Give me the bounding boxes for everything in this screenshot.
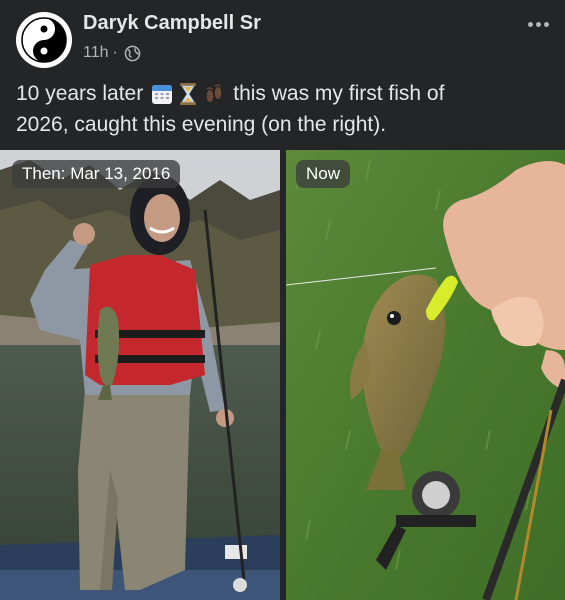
post-text-end: this was my first fish of	[233, 82, 445, 105]
dot-2	[535, 21, 541, 27]
calendar-emoji	[152, 84, 173, 104]
post-text: 10 years later this was my first fish of…	[16, 78, 551, 140]
post-time[interactable]: 11h	[83, 44, 109, 62]
footprints-emoji	[206, 83, 222, 102]
avatar[interactable]	[16, 12, 72, 68]
more-options-icon[interactable]	[523, 12, 553, 36]
dot-1	[527, 21, 533, 27]
photo-now[interactable]	[286, 150, 565, 600]
post-meta: 11h ·	[83, 44, 141, 62]
globe-icon[interactable]	[124, 45, 141, 62]
photo-collage: Then: Mar 13, 2016 Now	[0, 150, 565, 600]
then-photo-illustration	[0, 150, 280, 600]
dot-3	[543, 21, 549, 27]
post-text-line-1: 10 years later this was my first fish of	[16, 78, 551, 109]
then-label: Then: Mar 13, 2016	[12, 160, 181, 188]
yin-yang-icon	[17, 13, 71, 67]
photo-then[interactable]	[0, 150, 280, 600]
now-label: Now	[296, 160, 351, 188]
post-header: Daryk Campbell Sr 11h ·	[0, 0, 565, 78]
post-text-line-2: 2026, caught this evening (on the right)…	[16, 113, 387, 136]
now-photo-illustration	[286, 150, 565, 600]
post-text-start: 10 years later	[16, 82, 144, 105]
author-name[interactable]: Daryk Campbell Sr	[83, 12, 261, 35]
hourglass-emoji	[180, 82, 197, 105]
meta-separator: ·	[112, 44, 118, 61]
